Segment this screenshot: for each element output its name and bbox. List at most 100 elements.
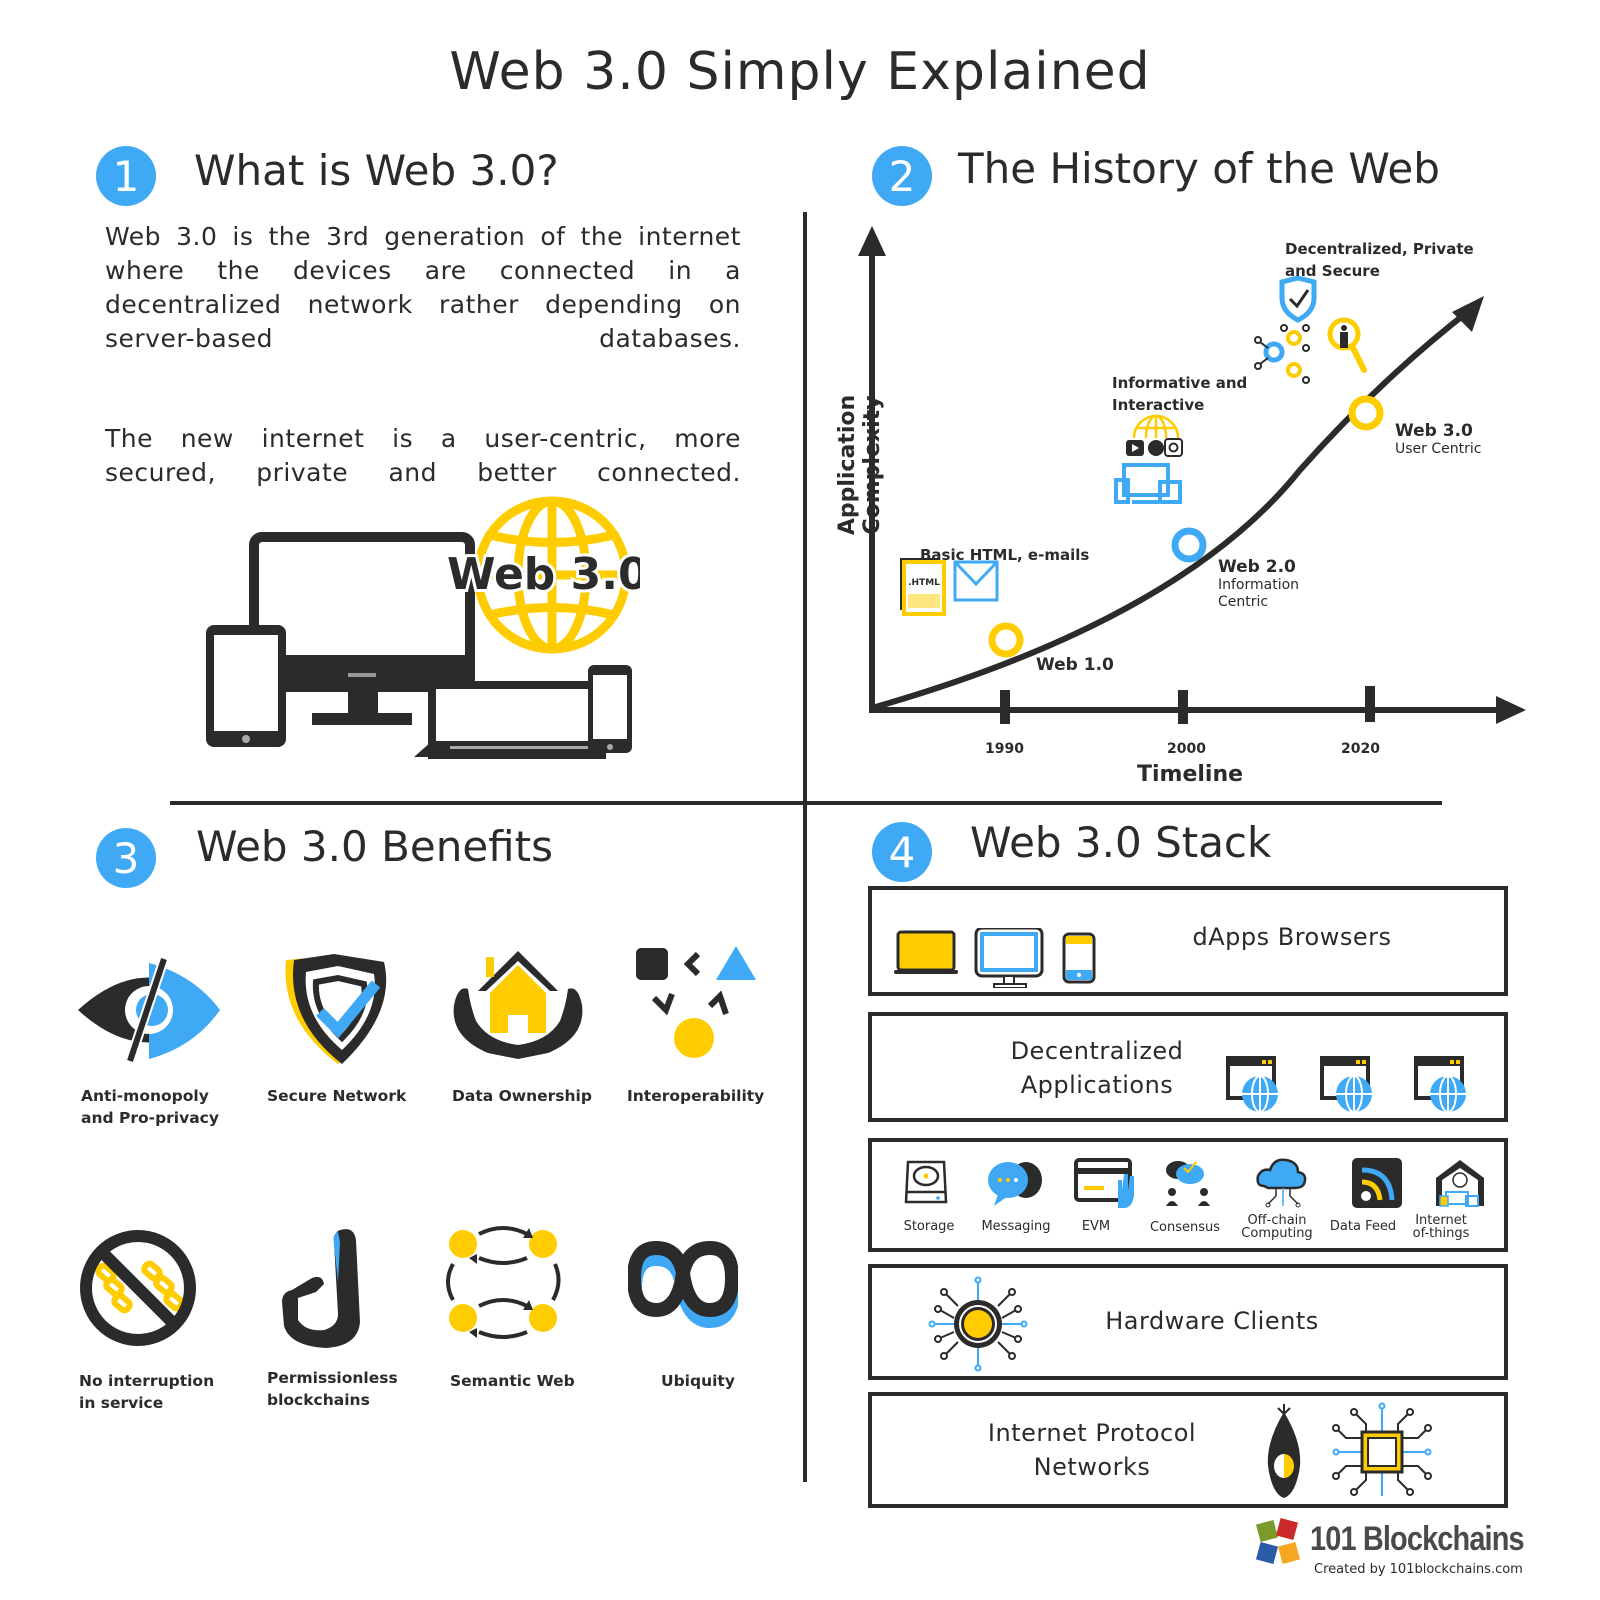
section-3-number-badge: 3 — [96, 828, 156, 888]
tick-label-2000: 2000 — [1167, 741, 1206, 757]
svg-text:.HTML: .HTML — [908, 578, 940, 588]
section-2-title: The History of the Web — [958, 144, 1440, 193]
section-4-title: Web 3.0 Stack — [970, 818, 1272, 867]
consensus-people-icon — [1166, 1161, 1210, 1206]
web1-label: Web 1.0 — [1036, 655, 1114, 675]
dapp-window-icons — [1226, 1056, 1466, 1113]
web-app-window-icon — [1226, 1056, 1278, 1113]
ok-hand-icon — [282, 1229, 360, 1348]
101-blockchains-logo-icon — [1255, 1517, 1301, 1565]
section-1-title: What is Web 3.0? — [194, 146, 559, 195]
benefit-label-anti-monopoly: Anti-monopoly and Pro-privacy — [81, 1087, 219, 1127]
instagram-icon — [1164, 438, 1183, 457]
chat-bubbles-icon — [988, 1162, 1042, 1206]
tick-label-2020: 2020 — [1341, 741, 1380, 757]
html-file-icon: .HTML — [900, 558, 946, 616]
rss-feed-icon — [1352, 1158, 1402, 1208]
x-axis-title: Timeline — [1136, 762, 1244, 787]
y-axis-arrow-icon — [858, 226, 886, 256]
web2-subtitle-line2: Centric — [1218, 594, 1269, 610]
hands-house-icon — [453, 951, 583, 1059]
user-search-icon — [1327, 317, 1367, 373]
protocol-network-icons — [1267, 1402, 1432, 1498]
iot-home-icon — [1436, 1160, 1484, 1207]
service-label-messaging: Messaging — [981, 1219, 1051, 1234]
stack-label-hardware-clients: Hardware Clients — [1105, 1307, 1319, 1335]
email-envelope-icon — [953, 560, 999, 602]
service-label-off-chain: Off-chain Computing — [1241, 1213, 1313, 1241]
web3-note-line2: and Secure — [1285, 262, 1380, 280]
section-3-title: Web 3.0 Benefits — [196, 822, 553, 871]
evm-card-hand-icon — [1074, 1158, 1134, 1208]
tick-2020 — [1365, 686, 1375, 722]
what-paragraph-1: Web 3.0 is the 3rd generation of the int… — [105, 222, 741, 353]
benefit-label-data-ownership: Data Ownership — [452, 1087, 592, 1105]
web2-note-line2: Interactive — [1112, 396, 1205, 414]
hardware-chip-icon — [928, 1276, 1028, 1372]
web-app-window-icon — [1414, 1056, 1466, 1113]
cloud-circuit-icon — [1256, 1158, 1307, 1208]
infinity-icon — [628, 1240, 738, 1329]
stack-label-ip-networks: Internet Protocol Networks — [987, 1419, 1197, 1481]
web2-note-line1: Informative and — [1112, 374, 1248, 392]
devices-globe-illustration: Web 3.0 — [206, 496, 640, 759]
web3-marker — [1348, 395, 1384, 431]
what-paragraph-2: The new internet is a user-centric, more… — [105, 424, 741, 487]
curve-arrow-icon — [1452, 296, 1484, 332]
web2-label: Web 2.0 — [1218, 557, 1296, 577]
social-globe-icon — [1132, 414, 1180, 439]
shapes-exchange-icon — [636, 946, 756, 1058]
growth-curve — [871, 307, 1472, 711]
storage-drive-icon — [904, 1160, 948, 1204]
service-icons-row — [904, 1158, 1484, 1208]
web-app-window-icon — [1320, 1056, 1372, 1113]
section-4-number-badge: 4 — [872, 822, 932, 882]
eye-slash-icon — [78, 957, 220, 1063]
tick-label-1990: 1990 — [985, 741, 1024, 757]
phone-icon — [1062, 932, 1096, 984]
section-1-number-badge: 1 — [96, 146, 156, 206]
horizontal-divider — [170, 801, 1442, 805]
laptop-icon — [894, 930, 958, 974]
monitor-icon — [974, 928, 1044, 988]
service-label-iot: Internet of-things — [1412, 1213, 1470, 1241]
phone-icon — [588, 665, 632, 753]
multi-device-icon — [1114, 463, 1182, 504]
stack-layer-decentralized-apps: Decentralized Applications — [868, 1012, 1508, 1122]
no-chain-icon — [80, 1230, 196, 1346]
benefit-label-interoperability: Interoperability — [627, 1087, 765, 1105]
onion-network-icon — [1267, 1404, 1301, 1498]
tick-2000 — [1178, 690, 1188, 724]
web3-illustration-label: Web 3.0 — [447, 549, 640, 600]
stack-layer-services: Storage Messaging EVM Consensus Off-chai… — [868, 1138, 1508, 1252]
service-label-evm: EVM — [1081, 1219, 1111, 1234]
history-chart: .HTML — [858, 226, 1526, 724]
web3-label: Web 3.0 — [1395, 421, 1473, 441]
service-label-storage: Storage — [903, 1219, 955, 1234]
benefit-label-permissionless: Permissionless blockchains — [267, 1369, 398, 1409]
stack-layer-dapps-browsers: dApps Browsers — [868, 886, 1508, 996]
section-2-number-badge: 2 — [872, 146, 932, 206]
web3-note-line1: Decentralized, Private — [1285, 240, 1474, 258]
semantic-cycle-icon — [446, 1226, 561, 1339]
y-axis-title: Application Complexity — [835, 394, 885, 536]
twitter-icon — [1148, 440, 1164, 456]
cpu-chip-icon — [1332, 1402, 1432, 1496]
web3-subtitle: User Centric — [1395, 441, 1482, 457]
shield-check-small-icon — [1279, 275, 1317, 323]
browser-devices-icon — [894, 928, 1096, 988]
footer-brand: 101 Blockchains — [1310, 1520, 1525, 1558]
benefit-label-semantic-web: Semantic Web — [450, 1372, 575, 1390]
web2-marker — [1171, 527, 1207, 563]
service-label-consensus: Consensus — [1149, 1220, 1221, 1235]
web1-note: Basic HTML, e-mails — [920, 546, 1090, 564]
page-title: Web 3.0 Simply Explained — [449, 42, 1151, 102]
benefit-label-ubiquity: Ubiquity — [661, 1372, 735, 1390]
footer-credit: Created by 101blockchains.com — [1314, 1562, 1523, 1577]
benefit-label-no-interruption: No interruption in service — [79, 1372, 215, 1412]
tick-1990 — [1000, 690, 1010, 724]
service-label-data-feed: Data Feed — [1329, 1219, 1397, 1234]
web2-subtitle-line1: Information — [1218, 577, 1300, 593]
vertical-divider — [803, 212, 807, 1482]
stack-layer-hardware-clients: Hardware Clients — [868, 1264, 1508, 1380]
